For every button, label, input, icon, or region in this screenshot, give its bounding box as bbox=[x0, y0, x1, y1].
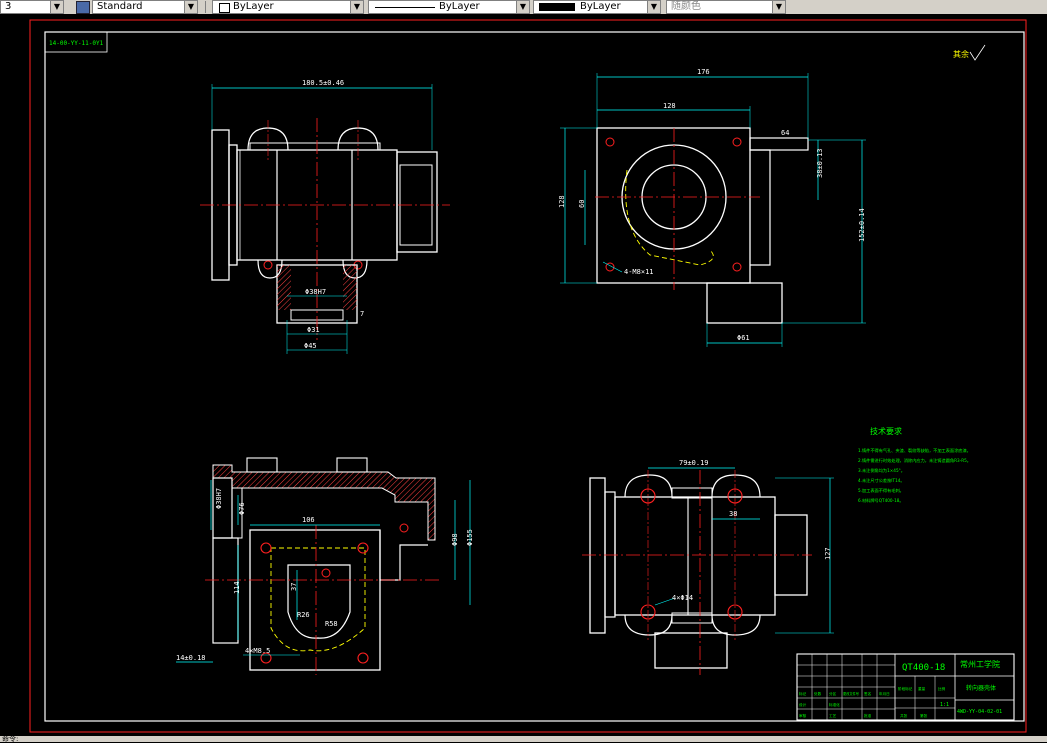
title-label: 阶段标记 bbox=[898, 686, 913, 691]
title-material: QT400-18 bbox=[902, 663, 945, 673]
tech-title: 技术要求 bbox=[870, 426, 902, 436]
layer-state-combo[interactable]: 3 ▼ bbox=[0, 0, 64, 14]
lineweight-combo[interactable]: ByLayer ▼ bbox=[533, 0, 661, 14]
drawing-canvas[interactable]: 14-00-YY-11-0Y1 其余 180.5±0.46 Φ38H7 Φ31 … bbox=[0, 14, 1047, 736]
title-label: 审核 bbox=[799, 713, 807, 718]
title-label: 年月日 bbox=[879, 691, 890, 696]
dim-side-right-b: 152±0.14 bbox=[858, 208, 866, 242]
inner-frame bbox=[44, 31, 1025, 722]
color-swatch bbox=[219, 3, 230, 13]
dim-front-height: 7 bbox=[360, 310, 364, 318]
dim-top-height: 127 bbox=[824, 547, 832, 560]
tech-note-5: 5.加工表面不得有毛刺。 bbox=[858, 487, 904, 494]
title-label: 标准化 bbox=[829, 702, 840, 707]
color-combo[interactable]: ByLayer ▼ bbox=[212, 0, 364, 14]
tech-note-1: 1.铸件不得有气孔、夹渣、裂纹等缺陷，不加工表面涂底漆。 bbox=[858, 447, 971, 454]
side-view bbox=[560, 73, 866, 347]
text-style-combo[interactable]: Standard ▼ bbox=[92, 0, 198, 14]
dim-top-holes: 4×Φ14 bbox=[672, 594, 693, 602]
tech-note-4: 4.未注尺寸公差按IT14。 bbox=[858, 477, 905, 484]
dim-side-width-top: 176 bbox=[697, 68, 710, 76]
title-label: 批准 bbox=[864, 713, 872, 718]
dim-front-overall: 180.5±0.46 bbox=[302, 79, 344, 87]
tech-note-6: 6.材料牌号QT400-18。 bbox=[858, 497, 904, 504]
front-view bbox=[200, 84, 450, 354]
title-label: 处数 bbox=[814, 691, 822, 696]
dim-side-bottom: Φ61 bbox=[737, 334, 750, 342]
dim-section-r2: R58 bbox=[325, 620, 338, 628]
dim-section-left-a: Φ38H7 bbox=[215, 488, 223, 509]
dim-top-span: 79±0.19 bbox=[679, 459, 709, 467]
chevron-down-icon[interactable]: ▼ bbox=[350, 1, 363, 13]
chevron-down-icon[interactable]: ▼ bbox=[184, 1, 197, 13]
dim-side-holes: 4-M8×11 bbox=[624, 268, 654, 276]
title-label: 第张 bbox=[920, 713, 928, 718]
roughness-symbol-icon bbox=[969, 44, 986, 61]
dim-side-width-mid: 128 bbox=[663, 102, 676, 110]
dim-section-height-b: Φ155 bbox=[466, 529, 474, 546]
tech-note-2: 2.铸件需进行时效处理，消除内应力，未注铸造圆角R3-R5。 bbox=[858, 457, 971, 464]
dim-front-base: Φ45 bbox=[304, 342, 317, 350]
toolbar-divider bbox=[205, 1, 206, 13]
dim-section-bottom-left: 14±0.18 bbox=[176, 654, 206, 662]
linetype-preview bbox=[375, 7, 435, 8]
title-label: 分区 bbox=[829, 691, 837, 696]
plot-style-combo[interactable]: 随颜色 ▼ bbox=[666, 0, 786, 14]
dim-section-height-a: Φ98 bbox=[451, 533, 459, 546]
title-label: 重量 bbox=[918, 686, 926, 691]
title-label: 更改文件号 bbox=[843, 691, 859, 696]
linetype-combo[interactable]: ByLayer ▼ bbox=[368, 0, 530, 14]
title-label: 工艺 bbox=[829, 713, 837, 718]
layer-state-value: 3 bbox=[5, 1, 12, 12]
title-label: 标记 bbox=[799, 691, 807, 696]
text-style-value: Standard bbox=[97, 1, 143, 12]
color-value: ByLayer bbox=[233, 1, 274, 12]
dim-top-mid: 38 bbox=[729, 510, 737, 518]
cad-drawing[interactable]: 14-00-YY-11-0Y1 其余 180.5±0.46 Φ38H7 Φ31 … bbox=[0, 14, 1047, 736]
dim-side-right-a: 38±0.13 bbox=[816, 148, 824, 178]
title-drawing-no: 4WD-YY-04-02-01 bbox=[957, 709, 1002, 715]
chevron-down-icon[interactable]: ▼ bbox=[772, 1, 785, 13]
code-box-text: 14-00-YY-11-0Y1 bbox=[49, 40, 104, 47]
lineweight-value: ByLayer bbox=[580, 1, 621, 12]
chevron-down-icon[interactable]: ▼ bbox=[50, 1, 63, 13]
roughness-note: 其余 bbox=[953, 49, 969, 59]
title-label: 共张 bbox=[900, 713, 908, 718]
title-row-labels: 标记 处数 分区 更改文件号 签名 年月日 设计 标准化 阶段标记 重量 比例 … bbox=[799, 686, 946, 718]
title-scale: 1:1 bbox=[940, 702, 949, 708]
dim-front-outer-bore: Φ31 bbox=[307, 326, 320, 334]
outer-sheet-border bbox=[29, 19, 1027, 733]
text-style-icon[interactable] bbox=[76, 1, 90, 14]
dim-section-left-b: Φ76 bbox=[238, 502, 246, 515]
tech-notes: 1.铸件不得有气孔、夹渣、裂纹等缺陷，不加工表面涂底漆。 2.铸件需进行时效处理… bbox=[858, 447, 971, 504]
dim-side-h-inner: 60 bbox=[578, 200, 586, 208]
title-school: 常州工学院 bbox=[960, 659, 1000, 669]
linetype-value: ByLayer bbox=[439, 1, 480, 12]
command-line[interactable]: 命令: bbox=[0, 736, 1047, 743]
dim-section-depth: 37 bbox=[290, 583, 298, 591]
dim-front-bore: Φ38H7 bbox=[305, 288, 326, 296]
dim-side-corner: 64 bbox=[781, 129, 789, 137]
dim-section-r1: R26 bbox=[297, 611, 310, 619]
dim-section-width: 106 bbox=[302, 516, 315, 524]
dim-side-h-left: 128 bbox=[558, 195, 566, 208]
title-part-name: 转向器壳体 bbox=[966, 684, 996, 692]
lineweight-preview bbox=[539, 3, 575, 11]
chevron-down-icon[interactable]: ▼ bbox=[647, 1, 660, 13]
chevron-down-icon[interactable]: ▼ bbox=[516, 1, 529, 13]
dim-section-holes: 4×M8.5 bbox=[245, 647, 270, 655]
properties-toolbar: 3 ▼ Standard ▼ ByLayer ▼ ByLayer ▼ ByLay… bbox=[0, 0, 1047, 15]
tech-note-3: 3.未注倒角均为1×45°。 bbox=[858, 467, 905, 474]
dim-section-mid: 114 bbox=[233, 581, 241, 594]
title-label: 签名 bbox=[864, 691, 872, 696]
plot-style-value: 随颜色 bbox=[671, 1, 701, 12]
title-label: 比例 bbox=[938, 686, 946, 691]
title-label: 设计 bbox=[799, 702, 807, 707]
top-view bbox=[582, 467, 834, 675]
